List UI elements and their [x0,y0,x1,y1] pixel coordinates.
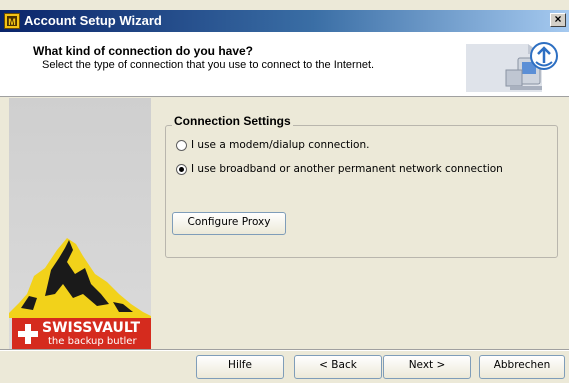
back-button[interactable]: < Back [294,355,382,379]
help-label: Hilfe [228,359,252,371]
swissvault-logo: SWISSVAULT the backup butler [12,318,153,350]
svg-text:M: M [8,17,16,27]
brand-tagline: the backup butler [48,336,137,347]
close-icon: × [554,12,562,26]
window-title: Account Setup Wizard [24,13,162,28]
app-icon: M [4,13,20,29]
title-bar[interactable]: M Account Setup Wizard × [0,10,569,32]
wizard-window: M Account Setup Wizard × What kind of co… [0,0,569,383]
network-computer-icon [466,38,561,92]
next-label: Next > [408,359,446,371]
back-label: < Back [319,359,357,371]
page-subtitle: Select the type of connection that you u… [42,59,375,71]
brand-name: SWISSVAULT [42,320,141,336]
page-title: What kind of connection do you have? [33,44,254,58]
help-button[interactable]: Hilfe [196,355,284,379]
group-title: Connection Settings [172,114,293,128]
cancel-button[interactable]: Abbrechen [479,355,565,379]
cancel-label: Abbrechen [493,359,551,371]
wizard-header: What kind of connection do you have? Sel… [0,32,569,97]
radio-label[interactable]: I use broadband or another permanent net… [191,163,503,175]
configure-proxy-label: Configure Proxy [187,216,271,228]
swiss-cross-icon [18,324,38,344]
matterhorn-logo [9,98,151,349]
radio-button[interactable] [176,140,187,151]
brand-side-panel [9,98,151,349]
next-button[interactable]: Next > [383,355,471,379]
close-button[interactable]: × [550,12,566,27]
radio-label[interactable]: I use a modem/dialup connection. [191,139,369,151]
radio-button[interactable] [176,164,187,175]
configure-proxy-button[interactable]: Configure Proxy [172,212,286,235]
